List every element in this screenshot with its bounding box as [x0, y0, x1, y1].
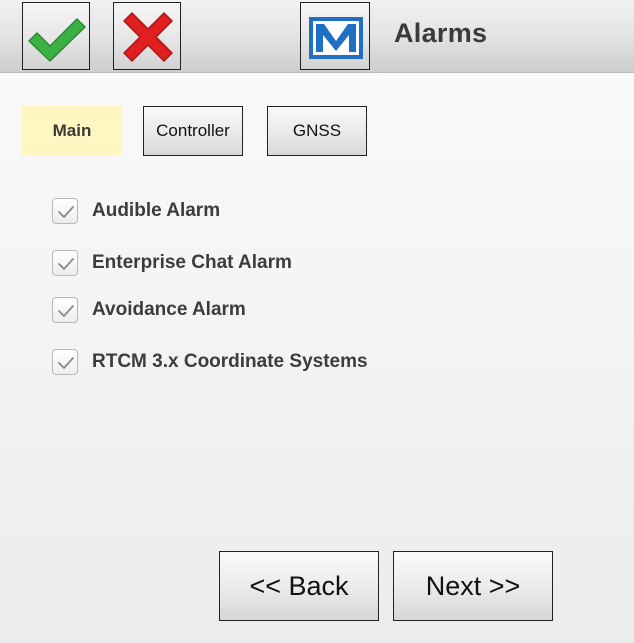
check-icon [58, 357, 74, 369]
tab-gnss[interactable]: GNSS [267, 106, 367, 156]
alarms-screen: Alarms Main Controller GNSS Audible Alar… [0, 0, 634, 643]
tab-main[interactable]: Main [22, 106, 122, 156]
app-logo-button[interactable] [300, 2, 370, 70]
tab-controller[interactable]: Controller [143, 106, 243, 156]
audible-alarm-checkbox[interactable] [52, 198, 78, 224]
option-audible-alarm[interactable]: Audible Alarm [52, 197, 220, 225]
checkmark-icon [28, 18, 86, 62]
cancel-button[interactable] [113, 2, 181, 70]
next-button[interactable]: Next >> [393, 551, 553, 621]
rtcm-coordinate-systems-checkbox[interactable] [52, 349, 78, 375]
option-enterprise-chat-alarm[interactable]: Enterprise Chat Alarm [52, 249, 292, 277]
option-label: Avoidance Alarm [92, 299, 246, 320]
close-icon [123, 12, 173, 62]
check-icon [58, 305, 74, 317]
option-avoidance-alarm[interactable]: Avoidance Alarm [52, 296, 246, 324]
app-logo-icon [309, 17, 363, 59]
enterprise-chat-alarm-checkbox[interactable] [52, 250, 78, 276]
avoidance-alarm-checkbox[interactable] [52, 297, 78, 323]
option-label: RTCM 3.x Coordinate Systems [92, 351, 368, 372]
page-title: Alarms [394, 18, 488, 48]
check-icon [58, 258, 74, 270]
ok-button[interactable] [22, 2, 90, 70]
option-label: Audible Alarm [92, 200, 221, 221]
top-toolbar: Alarms [0, 0, 634, 73]
back-button[interactable]: << Back [219, 551, 379, 621]
check-icon [58, 206, 74, 218]
option-rtcm-coordinate-systems[interactable]: RTCM 3.x Coordinate Systems [52, 348, 368, 376]
option-label: Enterprise Chat Alarm [92, 252, 292, 273]
